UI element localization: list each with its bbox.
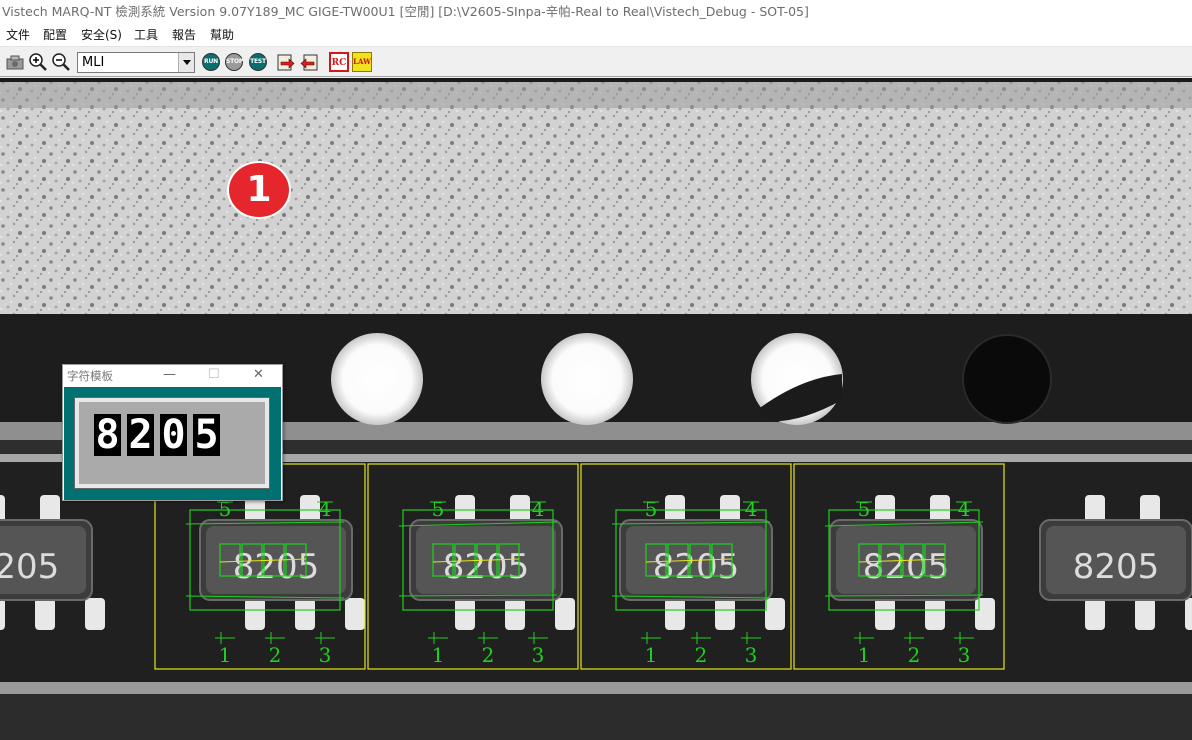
menu-config[interactable]: 配置 [43, 24, 67, 46]
chip-pin [875, 598, 895, 630]
chip-pin [665, 598, 685, 630]
chip-pin [505, 598, 525, 630]
pin-label: 4 [319, 497, 332, 521]
chip-pin [345, 598, 365, 630]
test-button[interactable]: TEST [249, 53, 267, 71]
window-title: Vistech MARQ-NT 檢測系統 Version 9.07Y189_MC… [0, 0, 1192, 24]
pin-label: 1 [645, 643, 658, 667]
chip-pin [1085, 598, 1105, 630]
pin-label: 1 [858, 643, 871, 667]
stop-button[interactable]: STOP [225, 53, 243, 71]
pin-label: 2 [269, 643, 282, 667]
pin-label: 4 [532, 497, 545, 521]
template-char: 5 [193, 412, 220, 458]
menu-bar: 文件 配置 安全(S) 工具 報告 幫助 [0, 24, 1192, 46]
chip-marking: 8205 [443, 547, 530, 587]
chip-pin [0, 598, 5, 630]
menu-report[interactable]: 報告 [172, 24, 196, 46]
char-template-panel: 8205 [74, 397, 270, 489]
pin-label: 2 [482, 643, 495, 667]
camera-view[interactable]: 820582058205820582058205 541235412354123… [0, 78, 1192, 740]
pin-label: 3 [319, 643, 332, 667]
zoom-in-icon[interactable] [28, 52, 48, 72]
pin-label: 5 [858, 497, 871, 521]
char-template-body: 8205 [64, 387, 281, 500]
sprocket-hole [962, 334, 1052, 424]
law-button[interactable]: LAW [352, 52, 372, 72]
pin-label: 5 [432, 497, 445, 521]
sprocket-hole [331, 333, 423, 425]
export-icon[interactable] [276, 52, 296, 72]
chevron-down-icon[interactable] [178, 53, 194, 72]
pin-label: 3 [958, 643, 971, 667]
pin-label: 3 [745, 643, 758, 667]
pin-label: 4 [958, 497, 971, 521]
chip-pin [85, 598, 105, 630]
step-marker-badge: 1 [227, 161, 291, 219]
char-template-glyphs: 8205 [94, 414, 226, 456]
chip-marking: 8205 [0, 547, 59, 587]
chip-pin [455, 598, 475, 630]
chip-pin [555, 598, 575, 630]
chip-pin [715, 598, 735, 630]
chip-pin [1185, 598, 1192, 630]
pin-label: 3 [532, 643, 545, 667]
menu-tools[interactable]: 工具 [134, 24, 158, 46]
char-template-window[interactable]: 字符模板 — ☐ ✕ 8205 [62, 364, 283, 501]
sprocket-hole [541, 333, 633, 425]
maximize-icon[interactable]: ☐ [208, 367, 220, 383]
template-char: 8 [94, 412, 121, 458]
chip-pin [295, 598, 315, 630]
model-select[interactable]: MLI [77, 52, 195, 73]
menu-file[interactable]: 文件 [6, 24, 30, 46]
minimize-icon[interactable]: — [163, 367, 176, 383]
template-char: 0 [160, 412, 187, 458]
model-select-value: MLI [82, 55, 105, 70]
menu-help[interactable]: 幫助 [210, 24, 234, 46]
chip-pin [1135, 598, 1155, 630]
chip-pin [35, 598, 55, 630]
tape-cover-texture [0, 82, 1192, 314]
pin-label: 1 [432, 643, 445, 667]
chip-pin [925, 598, 945, 630]
import-icon[interactable] [299, 52, 319, 72]
pin-label: 1 [219, 643, 232, 667]
chip-marking: 8205 [863, 547, 950, 587]
close-icon[interactable]: ✕ [253, 367, 264, 383]
chip-pin [765, 598, 785, 630]
pin-label: 4 [745, 497, 758, 521]
pin-label: 2 [908, 643, 921, 667]
pin-label: 5 [645, 497, 658, 521]
rc-button[interactable]: RC [329, 52, 349, 72]
pin-label: 2 [695, 643, 708, 667]
camera-icon[interactable] [5, 52, 25, 72]
template-char: 2 [127, 412, 154, 458]
run-button[interactable]: RUN [202, 53, 220, 71]
chip-marking: 8205 [1073, 547, 1160, 587]
char-template-title: 字符模板 [67, 369, 113, 383]
chip-pin [245, 598, 265, 630]
menu-security[interactable]: 安全(S) [81, 24, 122, 46]
chip-pin [975, 598, 995, 630]
zoom-out-icon[interactable] [51, 52, 71, 72]
step-marker-number: 1 [246, 169, 272, 210]
toolbar: MLI RUN STOP TEST RC LAW [0, 46, 1192, 77]
